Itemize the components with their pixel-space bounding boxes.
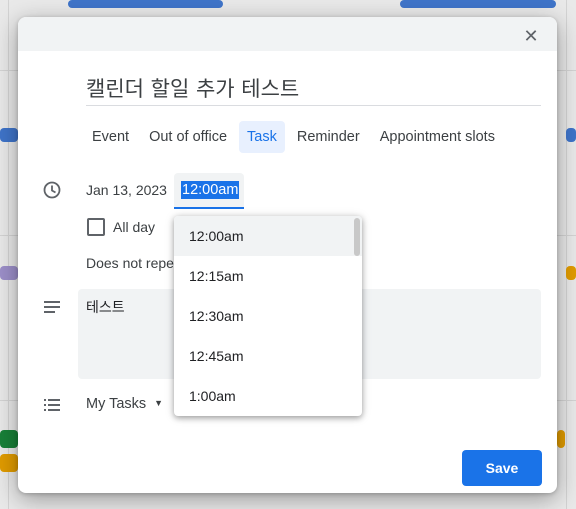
calendar-event-chip — [0, 266, 18, 280]
calendar-event-chip — [400, 0, 556, 8]
tab-appointment-slots[interactable]: Appointment slots — [372, 121, 503, 153]
caret-down-icon: ▼ — [154, 398, 164, 408]
time-option[interactable]: 12:30am — [174, 296, 362, 336]
time-option[interactable]: 1:00am — [174, 376, 362, 416]
dropdown-scrollbar[interactable] — [354, 218, 360, 256]
clock-icon — [43, 181, 61, 199]
calendar-event-chip — [0, 128, 18, 142]
save-button[interactable]: Save — [462, 450, 542, 486]
task-list-label: My Tasks — [86, 396, 147, 412]
close-button[interactable]: ✕ — [518, 25, 544, 47]
all-day-checkbox[interactable] — [87, 218, 105, 236]
time-field[interactable]: 12:00am — [174, 173, 244, 209]
tab-out-of-office[interactable]: Out of office — [141, 121, 235, 153]
dialog-header-bar — [18, 17, 557, 51]
time-value: 12:00am — [181, 181, 240, 199]
calendar-event-chip — [566, 128, 576, 142]
time-option[interactable]: 12:15am — [174, 256, 362, 296]
calendar-event-chip — [0, 430, 18, 448]
description-text: 테스트 — [86, 300, 125, 316]
calendar-event-chip — [557, 430, 565, 448]
title-input[interactable] — [86, 73, 541, 106]
date-field[interactable]: Jan 13, 2023 — [86, 182, 167, 198]
tab-reminder[interactable]: Reminder — [289, 121, 368, 153]
event-type-tabs: Event Out of office Task Reminder Appoin… — [84, 121, 503, 153]
calendar-event-chip — [566, 266, 576, 280]
tab-task[interactable]: Task — [239, 121, 285, 153]
time-option[interactable]: 12:45am — [174, 336, 362, 376]
all-day-label: All day — [113, 219, 156, 235]
list-icon — [44, 399, 60, 411]
calendar-gridline — [566, 0, 567, 509]
description-icon — [44, 301, 60, 313]
calendar-event-chip — [68, 0, 223, 8]
tab-event[interactable]: Event — [84, 121, 137, 153]
repeat-dropdown[interactable]: Does not repeat — [86, 255, 186, 271]
task-list-dropdown[interactable]: My Tasks ▼ — [86, 396, 163, 412]
calendar-event-chip — [0, 454, 18, 472]
close-icon: ✕ — [523, 25, 539, 47]
time-option[interactable]: 12:00am — [174, 216, 362, 256]
time-dropdown: 12:00am 12:15am 12:30am 12:45am 1:00am — [174, 216, 362, 416]
